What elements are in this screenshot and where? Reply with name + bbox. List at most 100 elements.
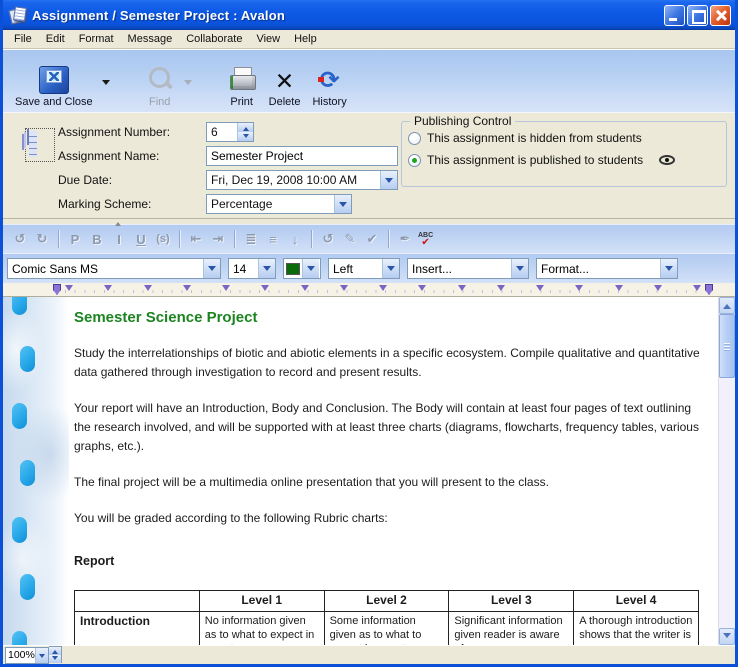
row-label-cell: Introduction bbox=[75, 612, 200, 646]
assignment-number-label: Assignment Number: bbox=[58, 125, 206, 139]
color-swatch bbox=[286, 263, 300, 275]
right-indent-marker[interactable] bbox=[705, 284, 713, 295]
paragraph-icon[interactable]: P bbox=[64, 228, 86, 250]
menu-item-message[interactable]: Message bbox=[121, 31, 180, 47]
document-heading: Semester Science Project bbox=[74, 308, 706, 327]
radio-icon[interactable] bbox=[408, 132, 421, 145]
delete-button[interactable]: ✕ Delete bbox=[263, 54, 307, 110]
redo-icon[interactable]: ↻ bbox=[31, 228, 53, 250]
menu-item-format[interactable]: Format bbox=[72, 31, 121, 47]
close-button[interactable] bbox=[710, 5, 731, 26]
publishing-control-group: Publishing Control This assignment is hi… bbox=[401, 121, 727, 187]
toolbar-collapse-handle[interactable] bbox=[3, 219, 735, 224]
find-icon bbox=[145, 66, 175, 94]
maximize-button[interactable] bbox=[687, 5, 708, 26]
menu-item-file[interactable]: File bbox=[7, 31, 39, 47]
stationery-margin bbox=[3, 297, 69, 645]
statusbar: 100% bbox=[3, 645, 735, 664]
table-cell: A thorough introduction shows that the w… bbox=[574, 612, 699, 646]
radio-published-option[interactable]: This assignment is published to students bbox=[408, 153, 675, 167]
outdent-icon[interactable]: ⇤ bbox=[185, 228, 207, 250]
insert-below-icon[interactable]: ↓ bbox=[284, 228, 306, 250]
insert-select[interactable]: Insert... bbox=[407, 258, 529, 279]
save-and-close-button[interactable]: Save and Close bbox=[9, 54, 99, 110]
document-editor-canvas[interactable]: Semester Science Project Study the inter… bbox=[69, 297, 718, 645]
stepper-down-icon[interactable] bbox=[49, 655, 61, 663]
table-header-row: Level 1 Level 2 Level 3 Level 4 bbox=[75, 591, 699, 612]
vertical-scrollbar[interactable] bbox=[718, 297, 735, 645]
font-size-select[interactable]: 14 bbox=[228, 258, 276, 279]
scroll-down-button[interactable] bbox=[719, 628, 735, 645]
toolbar-separator bbox=[311, 230, 312, 248]
radio-checked-icon[interactable] bbox=[408, 154, 421, 167]
app-icon bbox=[9, 6, 27, 24]
assignment-form: Assignment Number: 6 Assignment Name: Du… bbox=[3, 113, 735, 219]
find-dropdown-arrow bbox=[181, 54, 195, 110]
menu-item-view[interactable]: View bbox=[249, 31, 287, 47]
menu-item-help[interactable]: Help bbox=[287, 31, 324, 47]
assignment-name-input[interactable] bbox=[207, 149, 397, 163]
header-cell: Level 3 bbox=[449, 591, 574, 612]
chevron-down-icon bbox=[184, 80, 192, 89]
table-cell: No information given as to what to expec… bbox=[199, 612, 324, 646]
spellcheck-icon[interactable]: ABC ✔ bbox=[418, 232, 433, 247]
stepper-up-icon[interactable] bbox=[238, 123, 253, 132]
due-date-select[interactable]: Fri, Dec 19, 2008 10:00 AM bbox=[206, 170, 398, 190]
accept-icon[interactable]: ✔ bbox=[361, 228, 383, 250]
menu-item-collaborate[interactable]: Collaborate bbox=[179, 31, 249, 47]
find-button: Find bbox=[139, 54, 181, 110]
underline-icon[interactable]: U bbox=[130, 228, 152, 250]
report-heading: Report bbox=[74, 552, 706, 571]
due-date-label: Due Date: bbox=[58, 173, 206, 187]
font-family-select[interactable]: Comic Sans MS bbox=[7, 258, 221, 279]
chevron-down-icon[interactable] bbox=[660, 259, 677, 278]
minimize-button[interactable] bbox=[664, 5, 685, 26]
eye-icon bbox=[659, 155, 675, 165]
history-button[interactable]: ⟳ History bbox=[306, 54, 352, 110]
radio-hidden-option[interactable]: This assignment is hidden from students bbox=[408, 131, 642, 145]
strikethrough-icon[interactable]: (s) bbox=[152, 228, 174, 250]
marking-scheme-select[interactable]: Percentage bbox=[206, 194, 352, 214]
numbered-list-icon[interactable]: ≣ bbox=[240, 228, 262, 250]
rotate-icon[interactable]: ↺ bbox=[317, 228, 339, 250]
chevron-down-icon[interactable] bbox=[302, 259, 319, 278]
save-dropdown-arrow[interactable] bbox=[99, 54, 113, 110]
left-indent-marker[interactable] bbox=[53, 284, 61, 295]
chevron-down-icon[interactable] bbox=[380, 171, 397, 189]
zoom-stepper[interactable] bbox=[49, 646, 62, 663]
bulleted-list-icon[interactable]: ≡ bbox=[262, 228, 284, 250]
chevron-down-icon[interactable] bbox=[382, 259, 399, 278]
binding-pill bbox=[12, 517, 27, 543]
chevron-down-icon[interactable] bbox=[258, 259, 275, 278]
font-color-select[interactable] bbox=[283, 258, 321, 279]
assignment-number-stepper[interactable]: 6 bbox=[206, 122, 254, 142]
align-select[interactable]: Left bbox=[328, 258, 400, 279]
save-icon bbox=[39, 66, 69, 94]
assignment-name-field[interactable] bbox=[206, 146, 398, 166]
pencil-icon[interactable]: ✎ bbox=[339, 228, 361, 250]
chevron-down-icon[interactable] bbox=[511, 259, 528, 278]
toolbar-separator bbox=[234, 230, 235, 248]
ruler[interactable] bbox=[3, 283, 735, 297]
undo-icon[interactable]: ↺ bbox=[9, 228, 31, 250]
scroll-up-button[interactable] bbox=[719, 297, 735, 314]
bold-icon[interactable]: B bbox=[86, 228, 108, 250]
stepper-down-icon[interactable] bbox=[238, 132, 253, 141]
zoom-select[interactable]: 100% bbox=[5, 647, 49, 664]
stepper-up-icon[interactable] bbox=[49, 647, 61, 655]
format-toolbar: ↺ ↻ P B I U (s) ⇤ ⇥ ≣ ≡ ↓ ↺ ✎ ✔ ✒ ABC ✔ bbox=[3, 224, 735, 253]
arrow-up-icon bbox=[723, 300, 731, 309]
print-button[interactable]: Print bbox=[221, 54, 263, 110]
menu-item-edit[interactable]: Edit bbox=[39, 31, 72, 47]
scrollbar-thumb[interactable] bbox=[719, 314, 735, 378]
scrollbar-track[interactable] bbox=[719, 314, 735, 628]
italic-icon[interactable]: I bbox=[108, 228, 130, 250]
signature-icon[interactable]: ✒ bbox=[394, 228, 416, 250]
assignment-name-label: Assignment Name: bbox=[58, 149, 206, 163]
format-select[interactable]: Format... bbox=[536, 258, 678, 279]
indent-icon[interactable]: ⇥ bbox=[207, 228, 229, 250]
titlebar[interactable]: Assignment / Semester Project : Avalon bbox=[3, 0, 735, 30]
chevron-down-icon[interactable] bbox=[203, 259, 220, 278]
chevron-down-icon[interactable] bbox=[334, 195, 351, 213]
chevron-down-icon[interactable] bbox=[35, 648, 48, 663]
